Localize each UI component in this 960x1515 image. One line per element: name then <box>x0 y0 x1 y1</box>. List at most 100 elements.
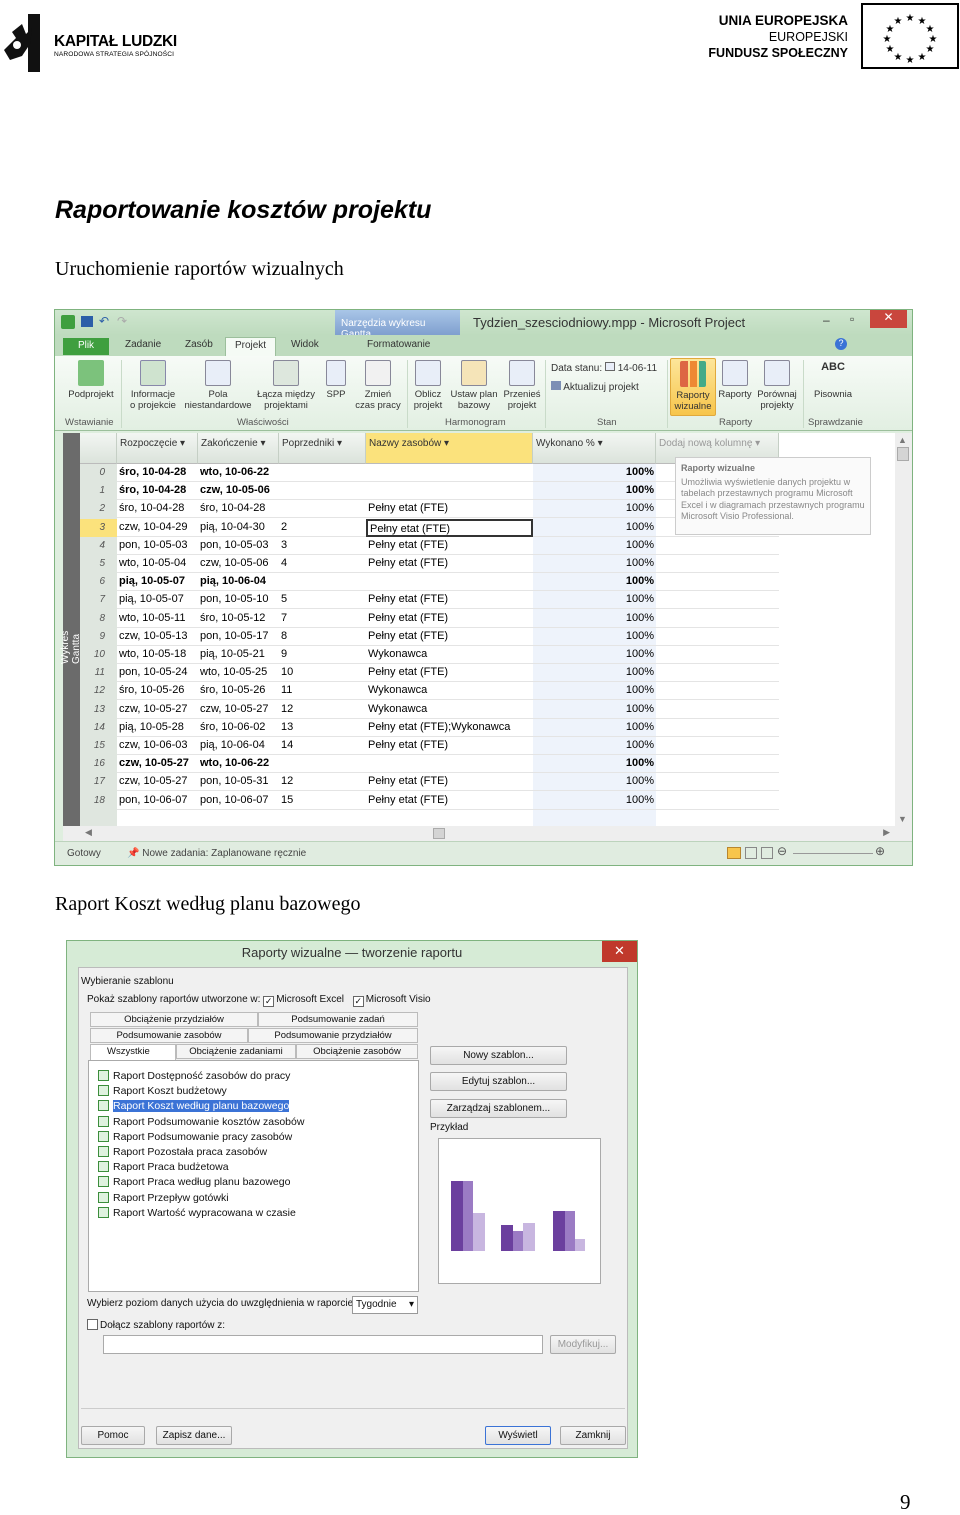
new-tasks-mode[interactable]: 📌 Nowe zadania: Zaplanowane ręcznie <box>127 848 306 859</box>
maximize-icon[interactable]: ▫ <box>850 312 854 326</box>
custom-fields-button[interactable]: Pola niestandardowe <box>183 360 253 411</box>
help-button[interactable]: Pomoc <box>81 1426 145 1445</box>
save-icon[interactable] <box>81 316 93 327</box>
cell-resources[interactable]: Pełny etat (FTE) <box>366 591 533 610</box>
cell-resources[interactable]: Pełny etat (FTE) <box>366 737 533 755</box>
update-project-button[interactable]: Aktualizuj projekt <box>551 381 639 393</box>
cell-percent[interactable]: 100% <box>533 792 656 810</box>
cell-start[interactable]: pon, 10-05-24 <box>117 664 198 683</box>
cell-predecessors[interactable]: 12 <box>279 701 366 719</box>
include-templates-checkbox[interactable] <box>87 1319 98 1330</box>
cell-predecessors[interactable]: 7 <box>279 610 366 628</box>
cell-resources[interactable]: Wykonawca <box>366 682 533 701</box>
row-number[interactable]: 5 <box>80 555 117 573</box>
move-project-button[interactable]: Przenieś projekt <box>501 360 543 411</box>
cell-predecessors[interactable]: 12 <box>279 773 366 792</box>
cell-start[interactable]: wto, 10-05-18 <box>117 646 198 664</box>
gantt-view-icon[interactable] <box>727 847 741 859</box>
tab-resource-summary[interactable]: Podsumowanie zasobów <box>90 1028 248 1043</box>
report-list-item[interactable]: Raport Przepływ gotówki <box>98 1191 229 1204</box>
cell-finish[interactable]: czw, 10-05-27 <box>198 701 279 719</box>
cell-finish[interactable]: wto, 10-06-22 <box>198 755 279 774</box>
cell-percent[interactable]: 100% <box>533 682 656 701</box>
cell-start[interactable]: śro, 10-04-28 <box>117 500 198 519</box>
cell-empty[interactable] <box>656 628 779 646</box>
cell-resources[interactable] <box>366 464 533 482</box>
tab-project[interactable]: Projekt <box>225 337 276 356</box>
wbs-button[interactable]: SPP <box>321 360 351 400</box>
modify-button[interactable]: Modyfikuj... <box>550 1335 616 1354</box>
cell-percent[interactable]: 100% <box>533 537 656 555</box>
cell-start[interactable]: śro, 10-04-28 <box>117 482 198 501</box>
redo-icon[interactable]: ↷ <box>117 314 127 328</box>
subproject-button[interactable]: Podprojekt <box>63 360 119 400</box>
close-icon[interactable]: ✕ <box>602 941 637 962</box>
cell-resources[interactable]: Pełny etat (FTE) <box>366 792 533 810</box>
cell-predecessors[interactable]: 8 <box>279 628 366 646</box>
cell-finish[interactable]: pią, 10-06-04 <box>198 737 279 755</box>
change-working-time-button[interactable]: Zmień czas pracy <box>353 360 403 411</box>
horizontal-scrollbar[interactable]: ◀ ▶ <box>63 826 912 841</box>
cell-predecessors[interactable]: 4 <box>279 555 366 573</box>
usage-level-select[interactable]: Tygodnie ▾ <box>352 1296 418 1314</box>
cell-percent[interactable]: 100% <box>533 482 656 501</box>
tab-file[interactable]: Plik <box>63 338 109 355</box>
cell-empty[interactable] <box>656 664 779 683</box>
cell-predecessors[interactable] <box>279 755 366 774</box>
task-usage-icon[interactable] <box>745 847 757 859</box>
tab-task-summary[interactable]: Podsumowanie zadań <box>258 1012 418 1027</box>
tab-assignment-summary[interactable]: Podsumowanie przydziałów <box>248 1028 418 1043</box>
cell-predecessors[interactable] <box>279 500 366 519</box>
cell-percent[interactable]: 100% <box>533 755 656 774</box>
cell-empty[interactable] <box>656 755 779 774</box>
cell-start[interactable]: czw, 10-05-27 <box>117 773 198 792</box>
col-header-predecessors[interactable]: Poprzedniki ▾ <box>279 433 366 464</box>
cell-start[interactable]: śro, 10-04-28 <box>117 464 198 482</box>
cell-finish[interactable]: wto, 10-06-22 <box>198 464 279 482</box>
cell-percent[interactable]: 100% <box>533 646 656 664</box>
row-number[interactable]: 10 <box>80 646 117 664</box>
cell-start[interactable]: pią, 10-05-07 <box>117 573 198 592</box>
row-number[interactable]: 4 <box>80 537 117 555</box>
tab-format[interactable]: Formatowanie <box>367 339 430 350</box>
cell-empty[interactable] <box>656 773 779 792</box>
cell-predecessors[interactable]: 14 <box>279 737 366 755</box>
calculate-project-button[interactable]: Oblicz projekt <box>409 360 447 411</box>
cell-empty[interactable] <box>656 573 779 592</box>
cell-start[interactable]: czw, 10-06-03 <box>117 737 198 755</box>
cell-predecessors[interactable]: 9 <box>279 646 366 664</box>
cell-empty[interactable] <box>656 701 779 719</box>
include-templates-path[interactable] <box>103 1335 543 1354</box>
cell-percent[interactable]: 100% <box>533 773 656 792</box>
report-list-item[interactable]: Raport Podsumowanie pracy zasobów <box>98 1130 292 1143</box>
row-number[interactable]: 13 <box>80 701 117 719</box>
new-template-button[interactable]: Nowy szablon... <box>430 1046 567 1065</box>
visual-reports-button[interactable]: Raporty wizualne <box>670 358 716 416</box>
tab-view[interactable]: Widok <box>291 339 319 350</box>
cell-finish[interactable]: pią, 10-06-04 <box>198 573 279 592</box>
cell-percent[interactable]: 100% <box>533 737 656 755</box>
col-header-finish[interactable]: Zakończenie ▾ <box>198 433 279 464</box>
edit-template-button[interactable]: Edytuj szablon... <box>430 1072 567 1091</box>
cell-start[interactable]: pon, 10-05-03 <box>117 537 198 555</box>
cell-percent[interactable]: 100% <box>533 464 656 482</box>
cell-resources[interactable] <box>366 755 533 774</box>
cell-empty[interactable] <box>656 610 779 628</box>
cell-empty[interactable] <box>656 555 779 573</box>
cell-predecessors[interactable]: 2 <box>279 519 366 537</box>
cell-resources[interactable]: Pełny etat (FTE);Wykonawca <box>366 719 533 737</box>
cell-finish[interactable]: pią, 10-05-21 <box>198 646 279 664</box>
cell-empty[interactable] <box>656 537 779 555</box>
row-number[interactable]: 3 <box>80 518 117 537</box>
close-button[interactable]: Zamknij <box>560 1426 626 1445</box>
row-number[interactable]: 6 <box>80 573 117 591</box>
row-number[interactable]: 0 <box>80 464 117 482</box>
tab-all[interactable]: Wszystkie <box>90 1044 176 1061</box>
col-header-start[interactable]: Rozpoczęcie ▾ <box>117 433 198 464</box>
cell-finish[interactable]: czw, 10-05-06 <box>198 482 279 501</box>
view-bar[interactable]: Wykres Gantta <box>60 433 82 826</box>
cell-finish[interactable]: pon, 10-05-03 <box>198 537 279 555</box>
row-number[interactable]: 2 <box>80 500 117 518</box>
cell-finish[interactable]: pon, 10-05-31 <box>198 773 279 792</box>
cell-resources[interactable]: Pełny etat (FTE) <box>366 664 533 683</box>
